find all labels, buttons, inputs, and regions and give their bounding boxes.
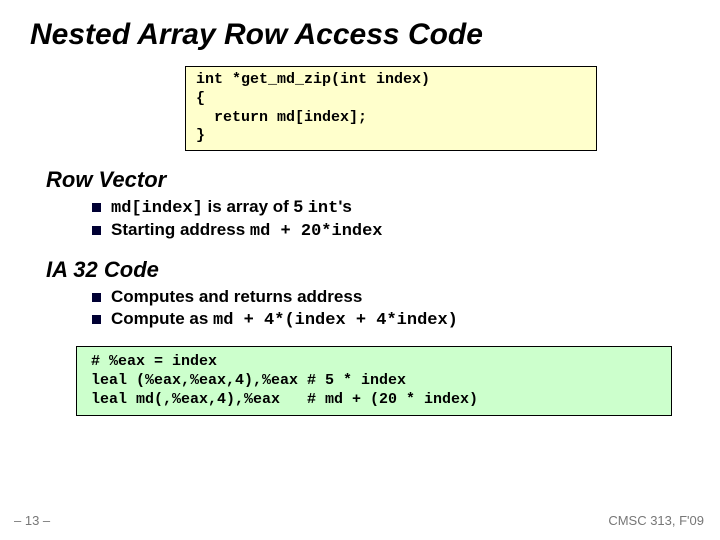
bullet-text: md[index] is array of 5 int's [111,197,352,218]
code-inline: md + 20*index [250,222,383,241]
text: 's [338,197,352,216]
text: is array of 5 [203,197,308,216]
bullet-text: Compute as md + 4*(index + 4*index) [111,309,458,330]
list-item: md[index] is array of 5 int's [92,197,720,218]
slide-title: Nested Array Row Access Code [0,0,720,52]
row-vector-bullets: md[index] is array of 5 int's Starting a… [92,197,720,241]
list-item: Computes and returns address [92,287,720,307]
list-item: Compute as md + 4*(index + 4*index) [92,309,720,330]
bullet-icon [92,315,101,324]
code-inline: md[index] [111,199,203,218]
course-label: CMSC 313, F'09 [608,513,704,528]
bullet-text: Computes and returns address [111,287,362,307]
code-block-c: int *get_md_zip(int index) { return md[i… [185,66,597,151]
code-block-asm: # %eax = index leal (%eax,%eax,4),%eax #… [76,346,672,416]
text: Compute as [111,309,213,328]
list-item: Starting address md + 20*index [92,220,720,241]
ia32-bullets: Computes and returns address Compute as … [92,287,720,330]
bullet-text: Starting address md + 20*index [111,220,383,241]
code-inline: int [308,199,339,218]
bullet-icon [92,226,101,235]
section-ia32-heading: IA 32 Code [46,257,720,283]
bullet-icon [92,293,101,302]
page-number: – 13 – [14,513,50,528]
code-inline: md + 4*(index + 4*index) [213,311,458,330]
section-row-vector-heading: Row Vector [46,167,720,193]
text: Starting address [111,220,250,239]
bullet-icon [92,203,101,212]
